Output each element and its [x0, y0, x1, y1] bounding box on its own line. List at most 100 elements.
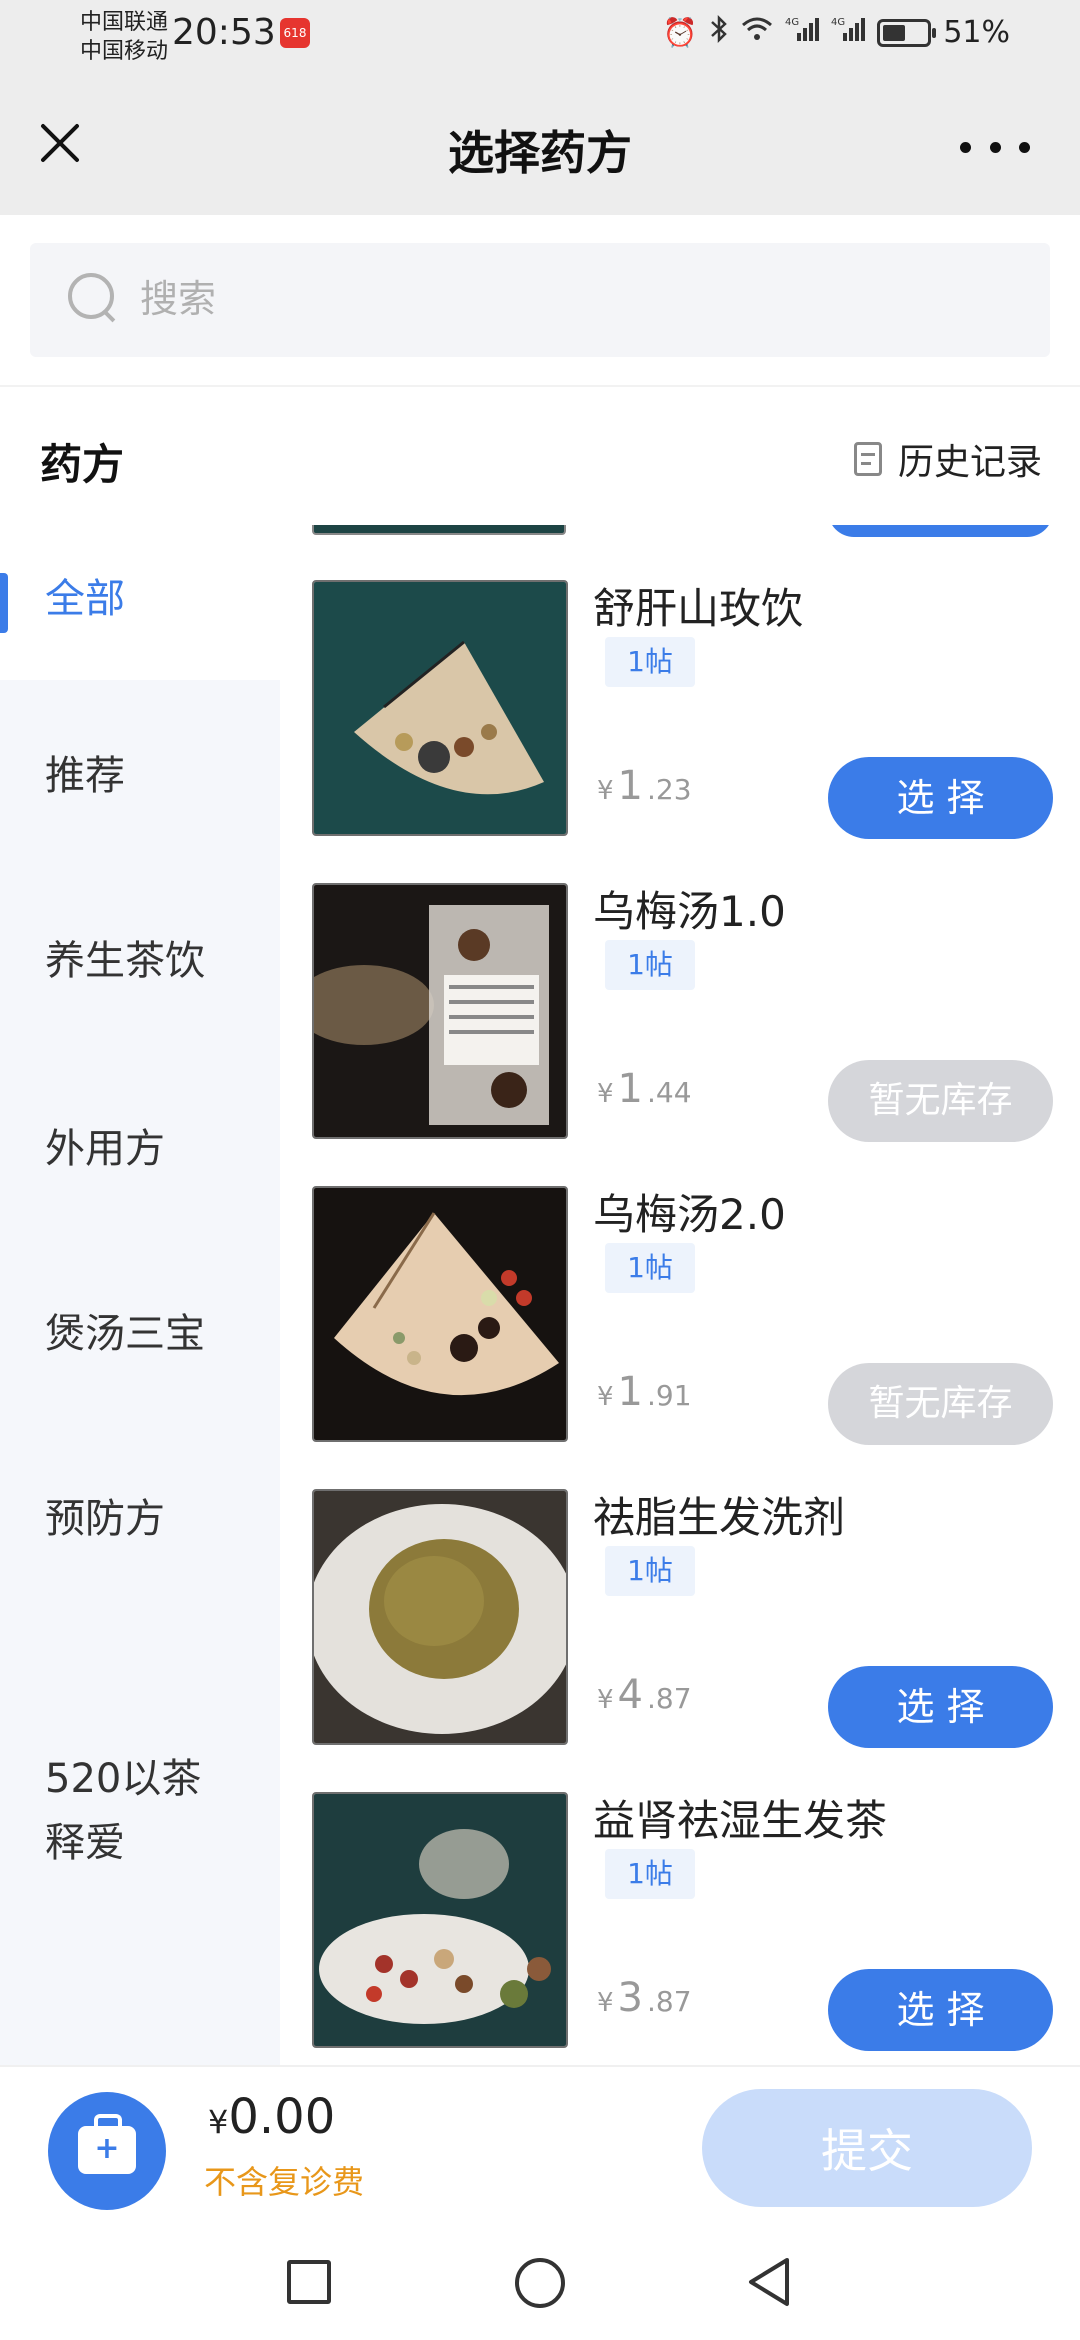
- search-bar: [0, 215, 1080, 385]
- carrier-2: 中国移动: [80, 39, 169, 64]
- status-bar: 中国联通 中国移动 20:53 618 ⏰ 4G 4G 51%: [0, 0, 1080, 75]
- sidebar-item-soup-treasures[interactable]: 煲汤三宝: [0, 1306, 280, 1362]
- sidebar-item-520[interactable]: 520以茶 释爱: [0, 1683, 280, 1875]
- product-image: [312, 1186, 568, 1442]
- product-price: ¥ 3 .87: [597, 1975, 692, 2021]
- svg-text:4G: 4G: [785, 17, 799, 28]
- recent-apps-icon[interactable]: [287, 2260, 331, 2304]
- battery-percent: 51%: [943, 15, 1010, 50]
- product-price: ¥ 4 .87: [597, 1672, 692, 1718]
- medicine-box-button[interactable]: +: [48, 2092, 166, 2210]
- sidebar-item-external-use[interactable]: 外用方: [0, 1121, 280, 1177]
- system-nav-bar: [0, 2220, 1080, 2340]
- quantity-tag: 1帖: [605, 1243, 695, 1293]
- bluetooth-icon: [709, 14, 729, 51]
- price-decimal: .87: [647, 1985, 692, 2018]
- select-button[interactable]: 选 择: [828, 757, 1053, 839]
- out-of-stock-button: 暂无库存: [828, 1060, 1053, 1142]
- total-price: ¥0.00: [208, 2089, 335, 2145]
- battery-level: [883, 24, 905, 41]
- currency-symbol: ¥: [597, 1079, 614, 1109]
- status-time: 20:53: [172, 12, 276, 53]
- svg-text:4G: 4G: [831, 17, 845, 28]
- home-icon[interactable]: [515, 2258, 565, 2308]
- search-input[interactable]: [140, 269, 1000, 329]
- sidebar-item-label: 520以茶 释爱: [45, 1756, 202, 1866]
- product-image: [312, 1489, 568, 1745]
- quantity-tag: 1帖: [605, 1546, 695, 1596]
- alarm-icon: ⏰: [662, 16, 698, 49]
- wifi-icon: [741, 16, 773, 49]
- section-header: 药方 历史记录: [0, 385, 1080, 525]
- fee-note: 不含复诊费: [204, 2163, 365, 2201]
- currency-symbol: ¥: [597, 1685, 614, 1715]
- signal-4g-icon: 4G: [785, 15, 820, 50]
- back-icon[interactable]: [745, 2256, 795, 2308]
- product-image: [312, 883, 568, 1139]
- price-integer: 1: [617, 1066, 643, 1112]
- price-integer: 3: [617, 1975, 643, 2021]
- sidebar-item-label: 推荐: [45, 753, 125, 799]
- sidebar-item-recommended[interactable]: 推荐: [0, 748, 280, 804]
- product-list[interactable]: 舒肝山玫饮 1帖 ¥ 1 .23 选 择 乌梅汤1.0 1帖 ¥ 1 .44 暂…: [280, 525, 1080, 2065]
- product-price: ¥ 1 .91: [597, 1369, 692, 1415]
- product-name: 祛脂生发洗剂: [593, 1493, 846, 1542]
- history-label: 历史记录: [897, 442, 1042, 483]
- nav-bar: 选择药方: [0, 75, 1080, 215]
- product-name: 益肾祛湿生发茶: [593, 1796, 888, 1845]
- quantity-tag: 1帖: [605, 940, 695, 990]
- price-decimal: .44: [647, 1076, 692, 1109]
- search-box[interactable]: [30, 243, 1050, 357]
- product-item[interactable]: 乌梅汤2.0 1帖 ¥ 1 .91 暂无库存: [280, 1131, 1080, 1445]
- currency-symbol: ¥: [597, 776, 614, 806]
- price-integer: 1: [617, 763, 643, 809]
- history-button[interactable]: 历史记录: [853, 433, 1042, 485]
- currency-symbol: ¥: [597, 1382, 614, 1412]
- price-decimal: .23: [647, 773, 692, 806]
- sidebar-item-label: 外用方: [45, 1126, 165, 1172]
- sidebar-item-all[interactable]: 全部: [0, 525, 280, 680]
- out-of-stock-button: 暂无库存: [828, 1363, 1053, 1445]
- sidebar-item-prevention[interactable]: 预防方: [0, 1491, 280, 1547]
- currency-symbol: ¥: [597, 1988, 614, 2018]
- plus-icon: +: [94, 2131, 120, 2166]
- sidebar-item-label: 煲汤三宝: [45, 1311, 205, 1357]
- select-button[interactable]: 选 择: [828, 1666, 1053, 1748]
- 618-badge-icon: 618: [280, 18, 310, 48]
- product-item[interactable]: 益肾祛湿生发茶 1帖 ¥ 3 .87 选 择: [280, 1737, 1080, 2051]
- quantity-tag: 1帖: [605, 1849, 695, 1899]
- product-item[interactable]: 祛脂生发洗剂 1帖 ¥ 4 .87 选 择: [280, 1434, 1080, 1748]
- medicine-box-icon: +: [78, 2114, 136, 2174]
- product-name: 乌梅汤1.0: [593, 887, 786, 936]
- product-item[interactable]: 乌梅汤1.0 1帖 ¥ 1 .44 暂无库存: [280, 828, 1080, 1142]
- product-price: ¥ 1 .44: [597, 1066, 692, 1112]
- product-image: [312, 1792, 568, 2048]
- search-icon: [68, 273, 118, 323]
- price-integer: 4: [617, 1672, 643, 1718]
- calendar-icon: [853, 442, 882, 476]
- category-sidebar: 全部 推荐 养生茶饮 外用方 煲汤三宝 预防方 520以茶 释爱: [0, 525, 280, 2065]
- signal-4g-icon: 4G: [831, 15, 866, 50]
- sidebar-item-label: 全部: [45, 576, 125, 622]
- submit-button[interactable]: 提交: [702, 2089, 1032, 2207]
- select-button[interactable]: 选 择: [828, 1969, 1053, 2051]
- carrier-names: 中国联通 中国移动: [80, 8, 168, 66]
- carrier-1: 中国联通: [80, 10, 169, 35]
- product-item[interactable]: 舒肝山玫饮 1帖 ¥ 1 .23 选 择: [280, 525, 1080, 839]
- product-image: [312, 580, 568, 836]
- page-title: 选择药方: [448, 126, 632, 180]
- battery-icon: [877, 18, 937, 47]
- product-price: ¥ 1 .23: [597, 763, 692, 809]
- status-icons: ⏰ 4G 4G 51%: [662, 14, 1010, 51]
- price-decimal: .91: [647, 1379, 692, 1412]
- price-decimal: .87: [647, 1682, 692, 1715]
- sidebar-item-health-tea[interactable]: 养生茶饮: [0, 933, 280, 989]
- more-options-icon[interactable]: [960, 127, 1030, 167]
- active-indicator: [0, 573, 8, 633]
- price-integer: 1: [617, 1369, 643, 1415]
- currency-symbol: ¥: [208, 2103, 229, 2141]
- total-amount: 0.00: [228, 2089, 336, 2145]
- checkout-bar: + ¥0.00 不含复诊费 提交: [0, 2065, 1080, 2220]
- sidebar-item-label: 预防方: [45, 1496, 165, 1542]
- section-title: 药方: [40, 440, 125, 489]
